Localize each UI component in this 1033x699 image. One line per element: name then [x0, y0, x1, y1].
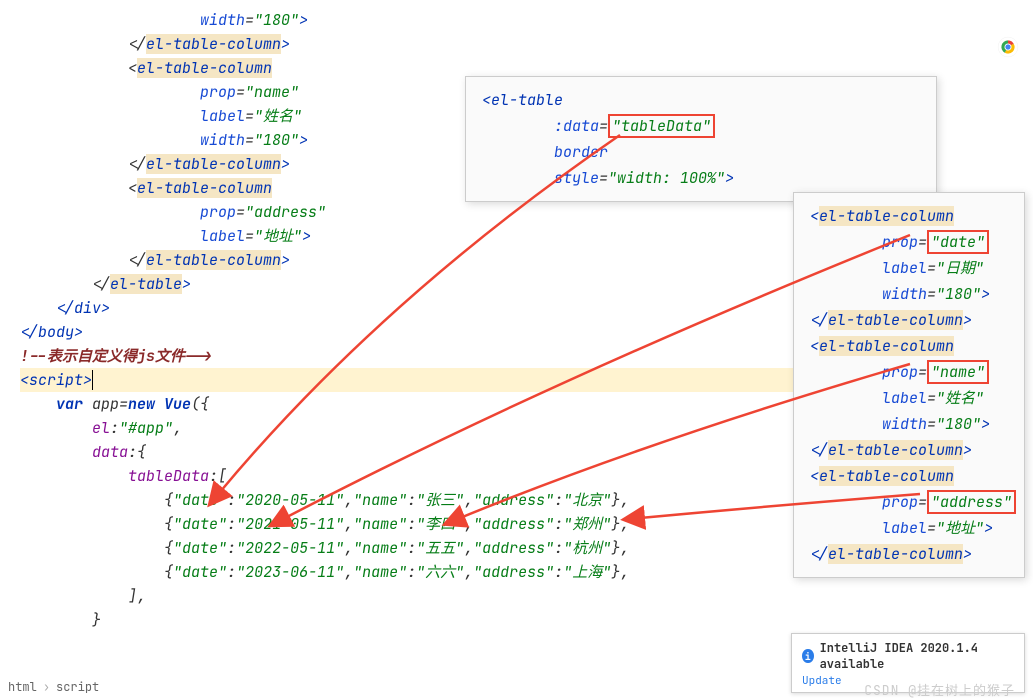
annotation-popup-right: <el-table-column prop="date" label="日期" …	[793, 192, 1025, 578]
editor-viewport: width="180"> </el-table-column> <el-tabl…	[0, 0, 1033, 699]
annotation-popup-center: <el-table :data="tableData" border style…	[465, 76, 937, 202]
info-icon: i	[802, 649, 814, 663]
watermark: CSDN @挂在树上的猴子	[864, 680, 1015, 699]
code-line: }	[20, 608, 1033, 632]
code-line: </el-table-column>	[20, 32, 1033, 56]
notification-title: IntelliJ IDEA 2020.1.4 available	[820, 640, 1010, 672]
breadcrumb-item[interactable]: html	[8, 679, 37, 695]
code-line: ],	[20, 584, 1033, 608]
code-line: width="180">	[20, 8, 1033, 32]
breadcrumb-item[interactable]: script	[56, 679, 99, 695]
breadcrumb-separator-icon: ›	[43, 679, 50, 695]
breadcrumb[interactable]: html › script	[8, 679, 99, 695]
